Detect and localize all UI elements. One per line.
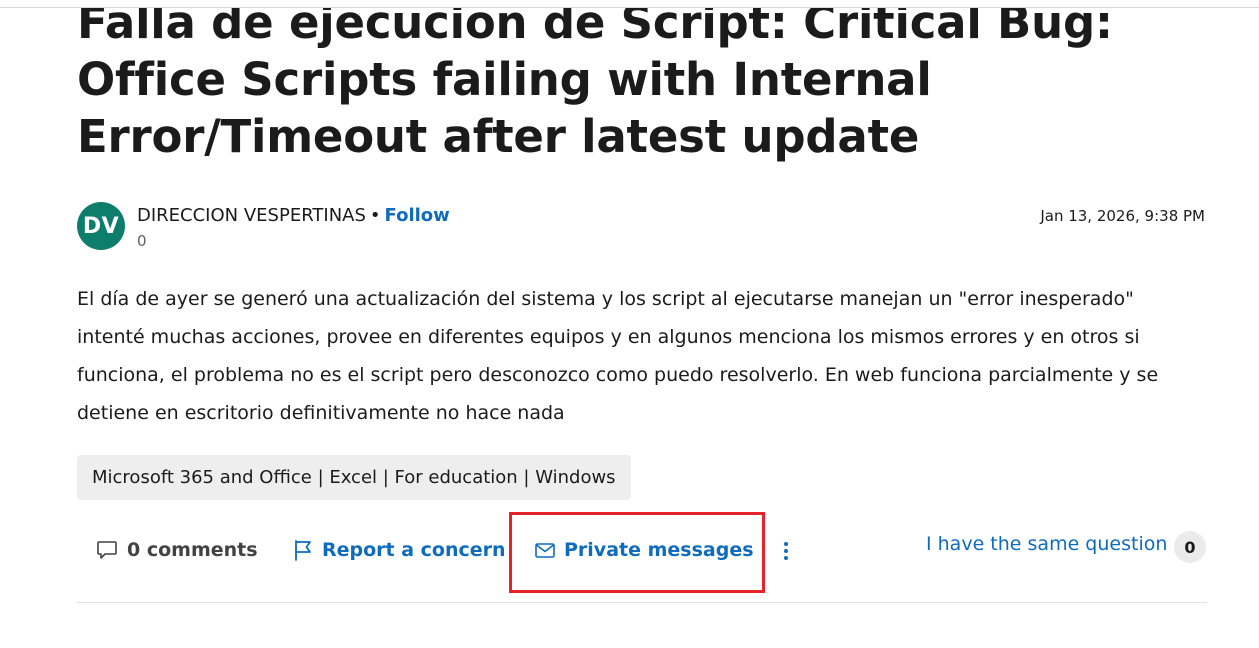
highlight-box [509, 512, 765, 593]
more-options-button[interactable] [776, 538, 796, 564]
same-question-count-badge: 0 [1174, 531, 1206, 563]
page-title: Falla de ejecucion de Script: Critical B… [77, 0, 1113, 163]
more-vertical-icon [784, 542, 788, 546]
more-dot [784, 549, 788, 553]
post-timestamp: Jan 13, 2026, 9:38 PM [1040, 207, 1205, 225]
author-name[interactable]: DIRECCION VESPERTINAS [137, 205, 366, 226]
report-concern-button[interactable]: Report a concern [292, 538, 506, 562]
separator-dot: • [369, 205, 381, 226]
follow-button[interactable]: Follow [385, 205, 450, 226]
comment-icon [97, 541, 117, 559]
report-concern-label: Report a concern [322, 539, 506, 561]
author-line: DIRECCION VESPERTINAS • Follow [137, 203, 450, 229]
same-question-button[interactable]: I have the same question [926, 533, 1167, 555]
tags-badge[interactable]: Microsoft 365 and Office | Excel | For e… [77, 455, 631, 500]
divider [77, 602, 1207, 603]
more-dot [784, 556, 788, 560]
comments-button[interactable]: 0 comments [95, 538, 258, 562]
comments-label: 0 comments [127, 539, 258, 561]
top-border [0, 0, 1259, 8]
author-reputation: 0 [137, 232, 147, 250]
avatar[interactable]: DV [77, 202, 125, 250]
flag-icon [295, 540, 311, 561]
post-body: El día de ayer se generó una actualizaci… [77, 288, 1159, 424]
